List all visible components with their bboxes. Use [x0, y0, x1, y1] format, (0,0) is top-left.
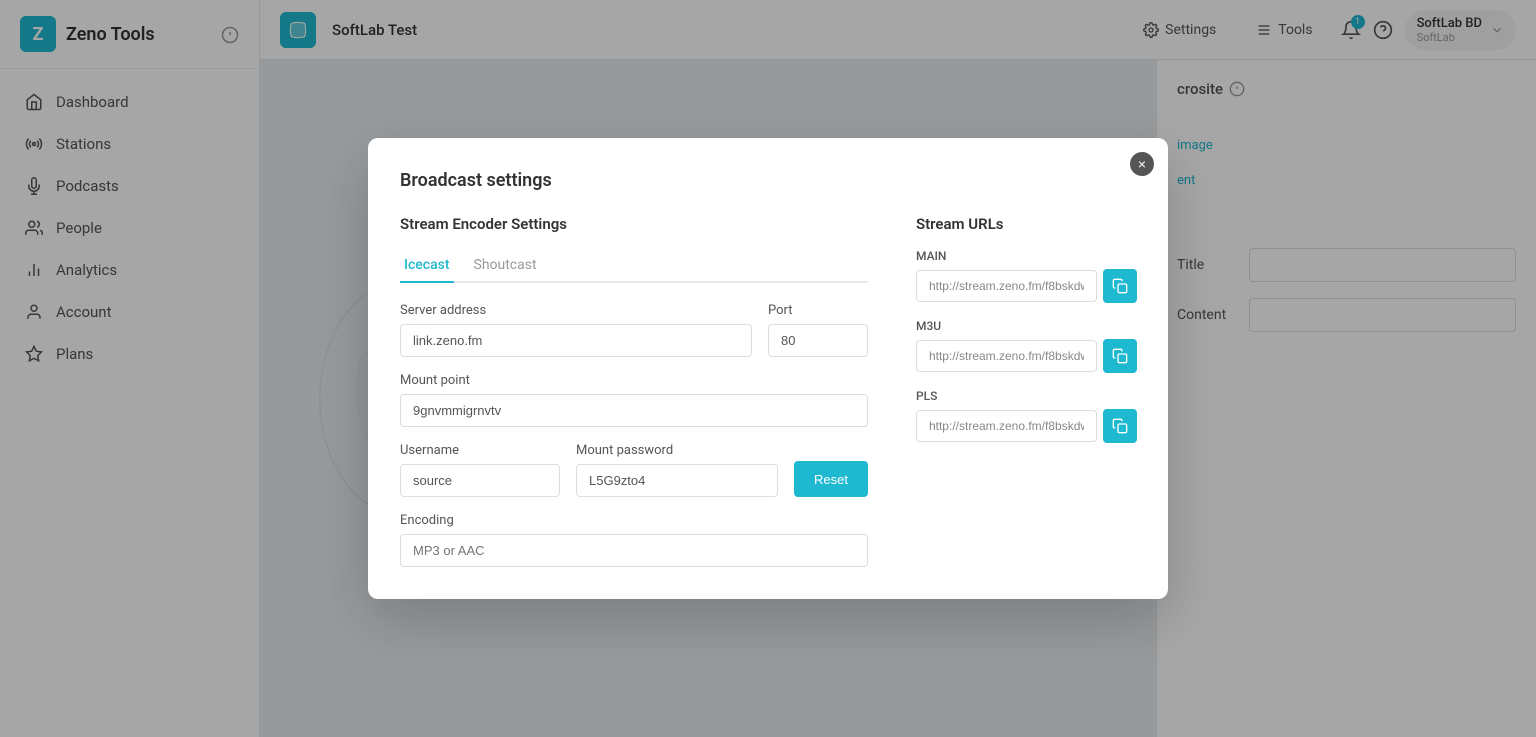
encoder-section-title: Stream Encoder Settings — [400, 215, 868, 233]
pls-url-input[interactable] — [916, 410, 1097, 442]
m3u-url-label: M3U — [916, 319, 1137, 333]
copy-m3u-url-button[interactable] — [1103, 339, 1137, 373]
stream-urls-title: Stream URLs — [916, 215, 1137, 233]
modal-overlay: Broadcast settings × Stream Encoder Sett… — [0, 0, 1536, 737]
server-address-label: Server address — [400, 303, 752, 318]
encoding-group: Encoding — [400, 513, 868, 567]
username-password-row: Username Mount password Reset — [400, 443, 868, 497]
mount-point-input[interactable] — [400, 394, 868, 427]
server-port-row: Server address Port — [400, 303, 868, 357]
encoder-tabs: Icecast Shoutcast — [400, 249, 868, 283]
port-input[interactable] — [768, 324, 868, 357]
modal-body: Stream Encoder Settings Icecast Shoutcas… — [400, 215, 1136, 567]
pls-url-row — [916, 409, 1137, 443]
username-label: Username — [400, 443, 560, 458]
tab-icecast[interactable]: Icecast — [400, 249, 454, 283]
broadcast-settings-modal: Broadcast settings × Stream Encoder Sett… — [368, 138, 1168, 599]
copy-icon — [1112, 348, 1128, 364]
password-input[interactable] — [576, 464, 778, 497]
port-group: Port — [768, 303, 868, 357]
tab-shoutcast[interactable]: Shoutcast — [470, 249, 541, 283]
m3u-url-input[interactable] — [916, 340, 1097, 372]
copy-icon — [1112, 418, 1128, 434]
main-url-input[interactable] — [916, 270, 1097, 302]
stream-urls-section: Stream URLs MAIN M3U PLS — [916, 215, 1137, 567]
copy-icon — [1112, 278, 1128, 294]
modal-title: Broadcast settings — [400, 170, 1136, 191]
password-group: Mount password — [576, 443, 778, 497]
encoding-input[interactable] — [400, 534, 868, 567]
mount-point-label: Mount point — [400, 373, 868, 388]
mount-point-group: Mount point — [400, 373, 868, 427]
encoder-section: Stream Encoder Settings Icecast Shoutcas… — [400, 215, 868, 567]
port-label: Port — [768, 303, 868, 318]
main-url-label: MAIN — [916, 249, 1137, 263]
m3u-url-row — [916, 339, 1137, 373]
copy-pls-url-button[interactable] — [1103, 409, 1137, 443]
server-address-input[interactable] — [400, 324, 752, 357]
main-url-row — [916, 269, 1137, 303]
server-address-group: Server address — [400, 303, 752, 357]
username-input[interactable] — [400, 464, 560, 497]
modal-close-button[interactable]: × — [1130, 152, 1154, 176]
username-group: Username — [400, 443, 560, 497]
encoding-label: Encoding — [400, 513, 868, 528]
pls-url-label: PLS — [916, 389, 1137, 403]
reset-button[interactable]: Reset — [794, 461, 868, 497]
copy-main-url-button[interactable] — [1103, 269, 1137, 303]
password-label: Mount password — [576, 443, 778, 458]
